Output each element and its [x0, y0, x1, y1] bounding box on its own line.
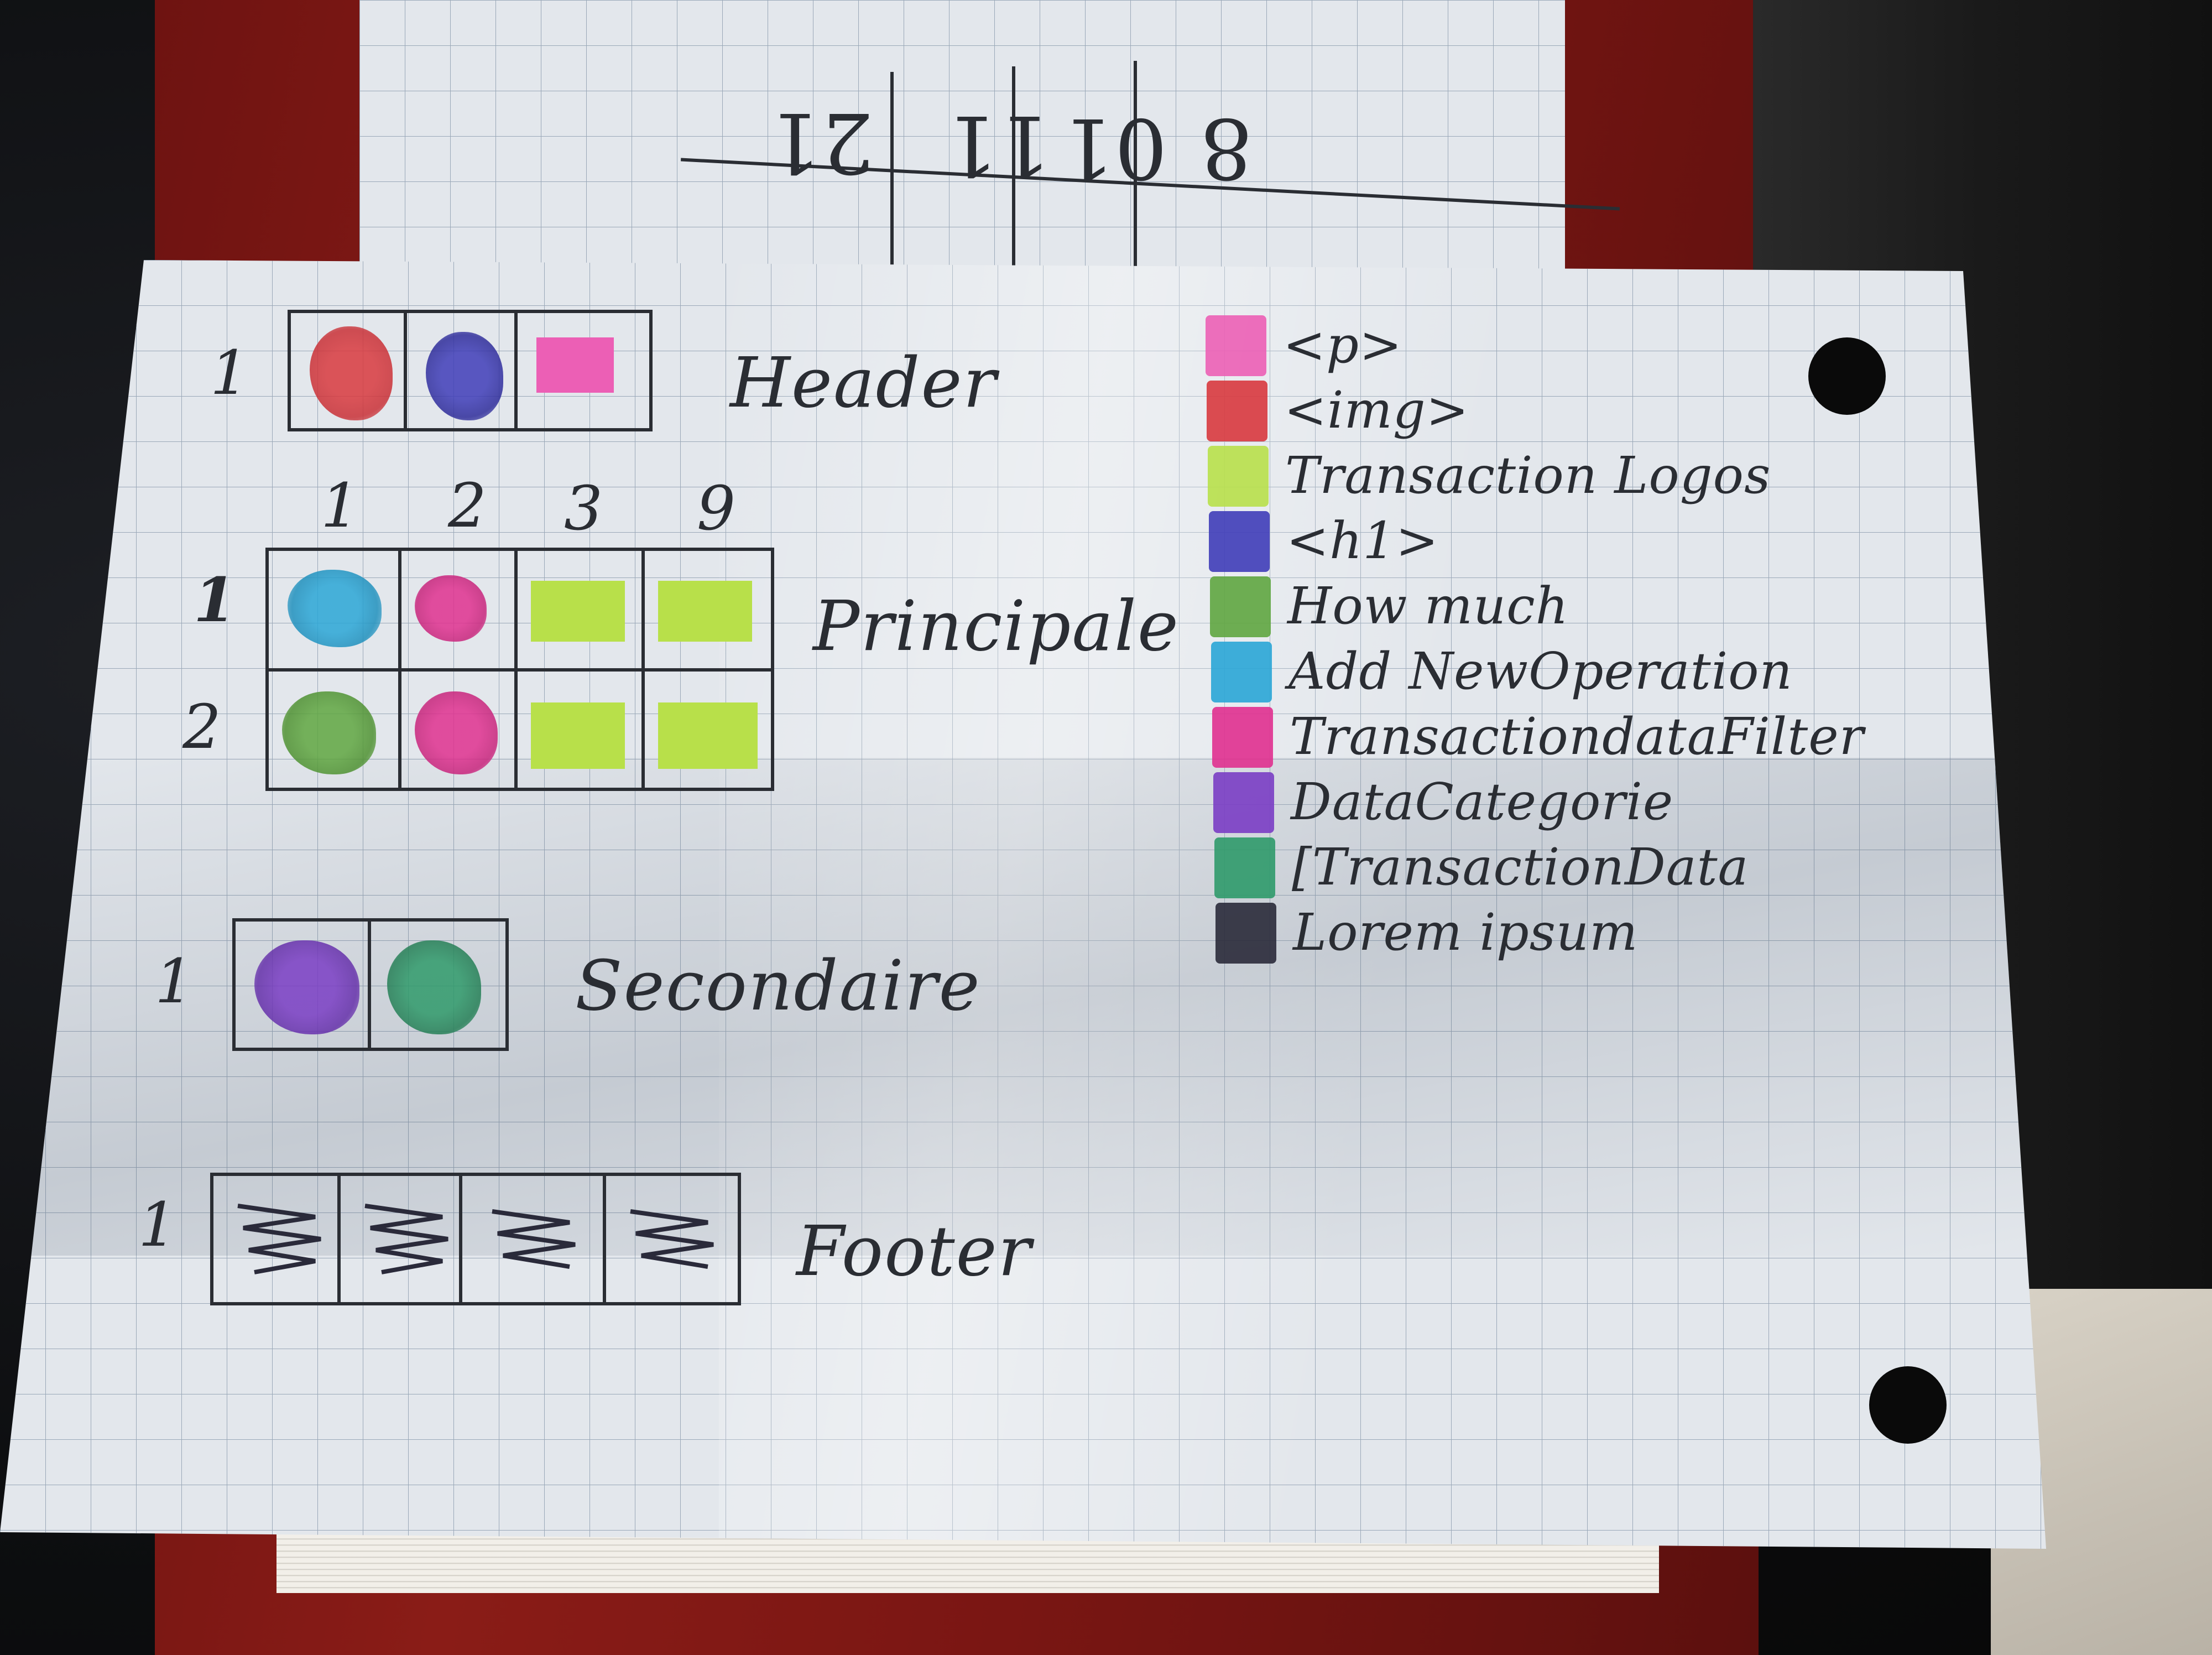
grid-line	[368, 918, 371, 1051]
front-index-card: 1 Header 1 2 3 9 1 2 Principale 1 Second…	[0, 260, 2046, 1549]
legend-swatch	[1211, 642, 1272, 702]
lorem-ipsum-scribble	[630, 1209, 714, 1269]
legend-label: [TransactionData	[1292, 837, 1749, 897]
punch-hole	[1808, 337, 1886, 415]
grid-line	[514, 310, 518, 431]
footer-row-number: 1	[138, 1189, 177, 1260]
legend-swatch	[1215, 903, 1276, 964]
legend-label: How much	[1287, 576, 1569, 636]
legend-label: Transaction Logos	[1285, 446, 1771, 505]
grid-line	[459, 1173, 462, 1305]
legend-swatch	[1212, 707, 1273, 768]
column-number: 3	[564, 473, 603, 544]
transaction-logos-marker	[531, 702, 625, 769]
legend-swatch	[1209, 511, 1270, 572]
punch-hole	[1869, 1366, 1947, 1444]
column-number: 9	[697, 473, 735, 544]
grid-line	[603, 1173, 606, 1305]
back-card-number: 21	[769, 94, 874, 190]
legend-label: <h1>	[1286, 511, 1439, 570]
legend-label: DataCategorie	[1291, 772, 1674, 831]
secondaire-row-number: 1	[155, 946, 194, 1017]
lorem-ipsum-scribble	[364, 1204, 448, 1274]
back-card-number: 8	[1200, 100, 1253, 196]
grid-line	[337, 1173, 341, 1305]
legend-swatch	[1214, 837, 1275, 898]
grid-line	[404, 310, 407, 431]
secondaire-label: Secondaire	[575, 946, 981, 1026]
principale-label: Principale	[813, 586, 1180, 667]
column-number: 2	[448, 470, 487, 541]
header-label: Header	[730, 343, 998, 423]
table-line	[1012, 66, 1015, 282]
lorem-ipsum-scribble	[492, 1209, 576, 1269]
transaction-logos-marker	[658, 581, 752, 642]
table-line	[890, 72, 894, 282]
grid-line	[641, 548, 645, 791]
legend-label: <p>	[1283, 315, 1403, 374]
legend-swatch	[1206, 315, 1266, 376]
grid-line	[514, 548, 518, 791]
header-row-number: 1	[210, 337, 249, 408]
p-marker	[536, 337, 614, 393]
legend-label: <img>	[1284, 381, 1469, 440]
lorem-ipsum-scribble	[237, 1204, 321, 1274]
legend-swatch	[1213, 772, 1274, 833]
row-number: 1	[194, 564, 236, 636]
legend-swatch	[1207, 381, 1267, 441]
legend-label: TransactiondataFilter	[1290, 707, 1864, 766]
legend-swatch	[1208, 446, 1269, 507]
photo-scene: 21 11 01 8 1 Header 1 2 3 9 1 2 Principa…	[0, 0, 2212, 1655]
transaction-logos-marker	[658, 702, 758, 769]
row-number: 2	[182, 691, 221, 762]
transaction-logos-marker	[531, 581, 625, 642]
legend-label: Add NewOperation	[1288, 642, 1793, 701]
grid-line	[265, 668, 774, 672]
back-index-card: 21 11 01 8	[359, 0, 1620, 288]
table-line	[1134, 61, 1137, 282]
legend-label: Lorem ipsum	[1293, 903, 1639, 962]
legend-swatch	[1210, 576, 1271, 637]
grid-line	[398, 548, 401, 791]
footer-label: Footer	[796, 1211, 1032, 1292]
column-number: 1	[321, 470, 359, 541]
